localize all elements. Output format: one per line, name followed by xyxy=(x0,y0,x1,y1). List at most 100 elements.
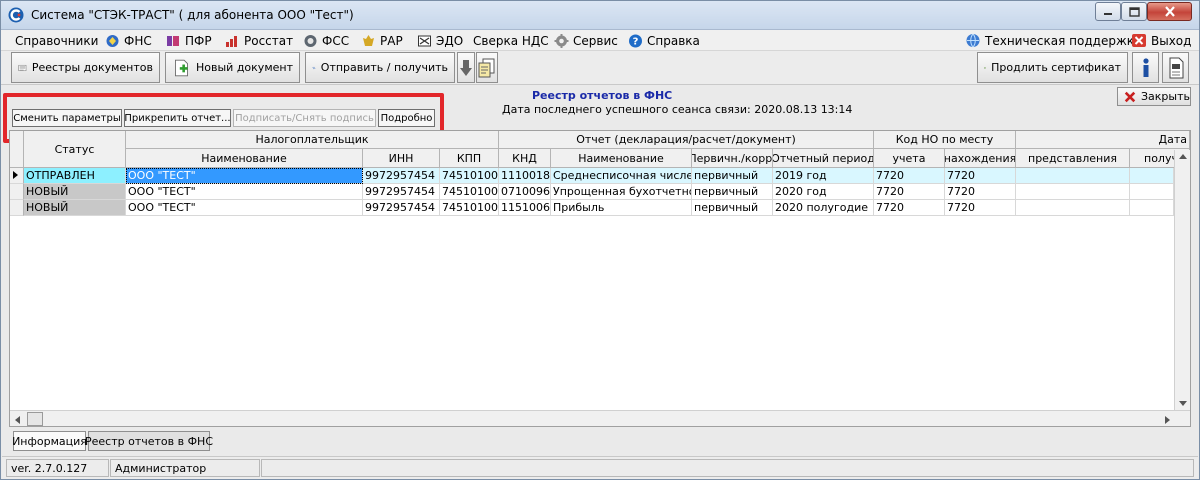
location-cell[interactable]: 7720 xyxy=(945,200,1016,216)
registration-cell[interactable]: 7720 xyxy=(874,184,945,200)
menu-item-exit[interactable]: Выход xyxy=(1131,32,1191,49)
status-cell[interactable]: НОВЫЙ xyxy=(24,184,126,200)
horizontal-scrollbar[interactable] xyxy=(10,410,1190,426)
registries-button[interactable]: Реестры документов xyxy=(11,52,160,83)
report-name-cell[interactable]: Среднесписочная числен... xyxy=(551,168,692,184)
location-cell[interactable]: 7720 xyxy=(945,184,1016,200)
report-name-cell[interactable]: Упрощенная бухотчетнос... xyxy=(551,184,692,200)
received-cell[interactable] xyxy=(1130,184,1174,200)
scroll-up-arrow-icon xyxy=(1179,154,1187,159)
column-header-type[interactable]: Первичн./корр. xyxy=(692,149,773,168)
column-header-status[interactable]: Статус xyxy=(24,131,126,168)
menu-item-rar[interactable]: РАР xyxy=(361,32,403,49)
exit-label: Выход xyxy=(1151,33,1192,48)
kpp-cell[interactable]: 745101001 xyxy=(440,200,499,216)
name-cell[interactable]: ООО "ТЕСТ" xyxy=(126,200,363,216)
column-header-label: КНД xyxy=(512,151,537,165)
info-button[interactable] xyxy=(1132,52,1159,83)
report-name-cell[interactable]: Прибыль xyxy=(551,200,692,216)
menu-item-fns[interactable]: ФНС xyxy=(105,32,152,49)
inn-cell[interactable]: 9972957454 xyxy=(363,168,440,184)
kpp-cell[interactable]: 745101001 xyxy=(440,184,499,200)
attach-report-button[interactable]: Прикрепить отчет... xyxy=(124,109,231,127)
presentation-cell[interactable] xyxy=(1016,200,1130,216)
type-cell[interactable]: первичный xyxy=(692,184,773,200)
row-indicator xyxy=(10,184,24,200)
knd-cell[interactable]: 0710096 xyxy=(499,184,551,200)
app-logo-icon xyxy=(8,7,24,23)
menu-label: ФНС xyxy=(124,33,152,48)
scroll-down-arrow-icon xyxy=(1179,401,1187,406)
location-cell[interactable]: 7720 xyxy=(945,168,1016,184)
presentation-cell[interactable] xyxy=(1016,168,1130,184)
details-button[interactable]: Подробно xyxy=(378,109,435,127)
menu-item-edo[interactable]: ЭДО xyxy=(417,32,463,49)
menu-label: ПФР xyxy=(185,33,212,48)
new-document-label: Новый документ xyxy=(196,61,293,74)
period-cell[interactable]: 2020 полугодие xyxy=(773,200,874,216)
menu-label: Росстат xyxy=(244,33,294,48)
menu-item-pfr[interactable]: ПФР xyxy=(166,32,212,49)
kpp-cell[interactable]: 745101001 xyxy=(440,168,499,184)
column-header-period[interactable]: Отчетный период xyxy=(773,149,874,168)
send-receive-button[interactable]: Отправить / получить xyxy=(305,52,455,83)
column-header-label: Отчетный период xyxy=(773,151,874,165)
period-cell[interactable]: 2020 год xyxy=(773,184,874,200)
menu-item-fss[interactable]: ФСС xyxy=(303,32,349,49)
new-document-button[interactable]: Новый документ xyxy=(165,52,300,83)
menu-item-service[interactable]: Сервис xyxy=(554,32,618,49)
type-cell[interactable]: первичный xyxy=(692,200,773,216)
tab-information[interactable]: Информация xyxy=(12,431,87,451)
status-panel-empty xyxy=(261,459,1194,477)
received-cell[interactable] xyxy=(1130,168,1174,184)
knd-cell[interactable]: 1110018 xyxy=(499,168,551,184)
presentation-cell[interactable] xyxy=(1016,184,1130,200)
column-header-knd[interactable]: КНД xyxy=(499,149,551,168)
status-cell[interactable]: НОВЫЙ xyxy=(24,200,126,216)
rosstat-icon xyxy=(226,35,237,47)
extend-certificate-button[interactable]: Продлить сертификат xyxy=(977,52,1128,83)
scroll-thumb[interactable] xyxy=(27,412,43,426)
vertical-scrollbar[interactable] xyxy=(1174,150,1190,410)
name-cell[interactable]: ООО "ТЕСТ" xyxy=(126,184,363,200)
menu-item-help[interactable]: ? Справка xyxy=(628,32,700,49)
pdf-export-button[interactable] xyxy=(1162,52,1189,83)
pfr-icon xyxy=(167,35,179,46)
inn-cell[interactable]: 9972957454 xyxy=(363,184,440,200)
column-header-label: представления xyxy=(1028,151,1117,165)
menu-item-support[interactable]: Техническая поддержка xyxy=(965,32,1141,49)
registration-cell[interactable]: 7720 xyxy=(874,168,945,184)
status-bar: ver. 2.7.0.127 Администратор xyxy=(2,456,1198,479)
maximize-button[interactable] xyxy=(1121,2,1147,21)
knd-cell[interactable]: 1151006 xyxy=(499,200,551,216)
minimize-button[interactable] xyxy=(1095,2,1121,21)
menu-item-rosstat[interactable]: Росстат xyxy=(225,32,293,49)
menu-item-directories[interactable]: Справочники xyxy=(15,32,98,49)
registration-cell[interactable]: 7720 xyxy=(874,200,945,216)
documents-copy-button[interactable] xyxy=(476,52,498,83)
edo-icon xyxy=(418,35,431,46)
name-cell[interactable]: ООО "ТЕСТ" xyxy=(126,168,363,184)
title-bar: Система "СТЭК-ТРАСТ" ( для абонента ООО … xyxy=(1,1,1199,30)
type-cell[interactable]: первичный xyxy=(692,168,773,184)
tab-fns-reports-registry[interactable]: Реестр отчетов в ФНС xyxy=(85,431,213,451)
download-button[interactable] xyxy=(457,52,475,83)
inn-cell[interactable]: 9972957454 xyxy=(363,200,440,216)
column-header-registration[interactable]: учета xyxy=(874,149,945,168)
close-window-button[interactable] xyxy=(1147,2,1192,21)
column-header-inn[interactable]: ИНН xyxy=(363,149,440,168)
column-header-presentation[interactable]: представления xyxy=(1016,149,1130,168)
column-header-kpp[interactable]: КПП xyxy=(440,149,499,168)
close-panel-button[interactable]: Закрыть xyxy=(1117,87,1191,106)
column-header-location[interactable]: нахождения xyxy=(945,149,1016,168)
column-header-report-name[interactable]: Наименование xyxy=(551,149,692,168)
period-cell[interactable]: 2019 год xyxy=(773,168,874,184)
svg-text:?: ? xyxy=(633,36,639,47)
column-header-name[interactable]: Наименование xyxy=(126,149,363,168)
close-panel-label: Закрыть xyxy=(1141,90,1190,103)
change-params-button[interactable]: Сменить параметры xyxy=(12,109,122,127)
menu-item-vat-reconcile[interactable]: Сверка НДС xyxy=(473,32,549,49)
received-cell[interactable] xyxy=(1130,200,1174,216)
sign-unsign-button[interactable]: Подписать/Снять подпись xyxy=(233,109,376,127)
status-cell[interactable]: ОТПРАВЛЕН xyxy=(24,168,126,184)
